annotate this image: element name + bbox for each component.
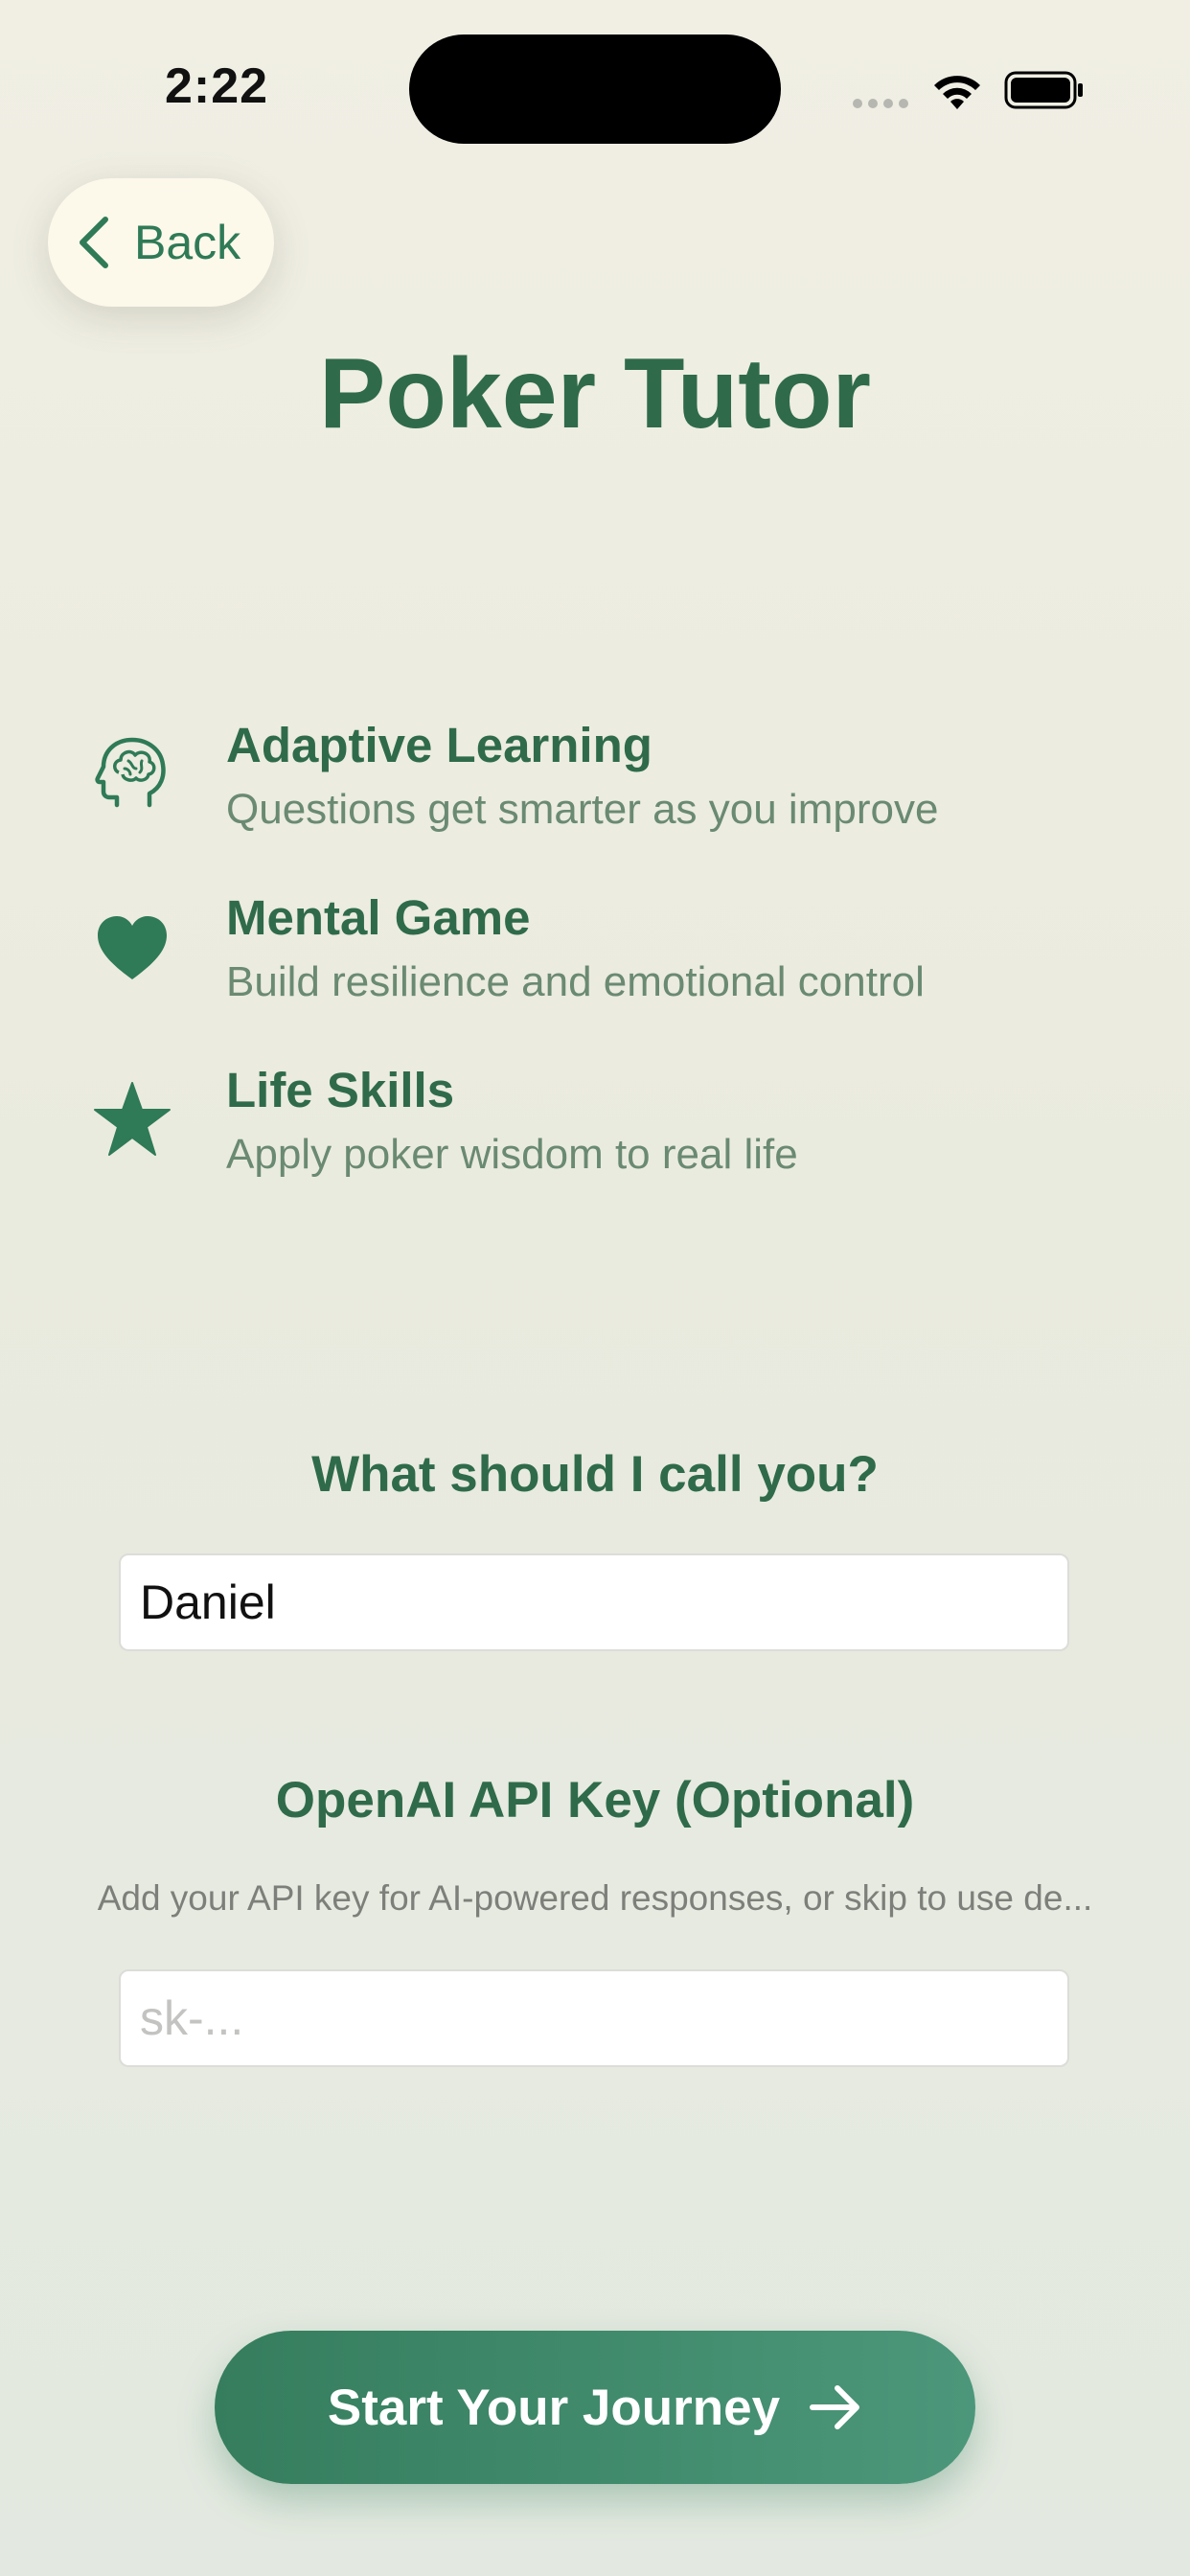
- status-time: 2:22: [165, 58, 269, 114]
- api-key-help-text: Add your API key for AI-powered response…: [97, 1878, 1093, 1918]
- cellular-signal-icon: [853, 99, 912, 110]
- feature-description: Questions get smarter as you improve: [226, 786, 939, 833]
- feature-title: Life Skills: [226, 1063, 455, 1117]
- chevron-left-icon: [80, 217, 108, 268]
- feature-adaptive-learning: Adaptive Learning Questions get smarter …: [92, 717, 1146, 870]
- feature-life-skills: Life Skills Apply poker wisdom to real l…: [92, 1062, 1146, 1215]
- back-label: Back: [134, 216, 241, 269]
- feature-title: Adaptive Learning: [226, 718, 652, 772]
- feature-mental-game: Mental Game Build resilience and emotion…: [92, 889, 1146, 1043]
- wifi-icon: [934, 76, 980, 109]
- arrow-right-icon: [810, 2385, 860, 2429]
- api-key-label: OpenAI API Key (Optional): [275, 1772, 915, 1828]
- star-icon: [94, 1082, 171, 1156]
- start-journey-button[interactable]: Start Your Journey: [215, 2331, 975, 2484]
- feature-description: Apply poker wisdom to real life: [226, 1131, 798, 1178]
- start-journey-label: Start Your Journey: [327, 2379, 781, 2436]
- dynamic-island: [409, 34, 781, 144]
- page-title: Poker Tutor: [319, 338, 871, 449]
- name-label: What should I call you?: [311, 1446, 879, 1503]
- feature-title: Mental Game: [226, 890, 531, 945]
- feature-description: Build resilience and emotional control: [226, 958, 925, 1005]
- battery-icon: [1004, 71, 1083, 109]
- back-button[interactable]: Back: [48, 178, 274, 307]
- brain-head-icon: [95, 737, 166, 808]
- api-key-input[interactable]: [119, 1969, 1069, 2067]
- name-input[interactable]: [119, 1553, 1069, 1651]
- heart-icon: [98, 916, 167, 979]
